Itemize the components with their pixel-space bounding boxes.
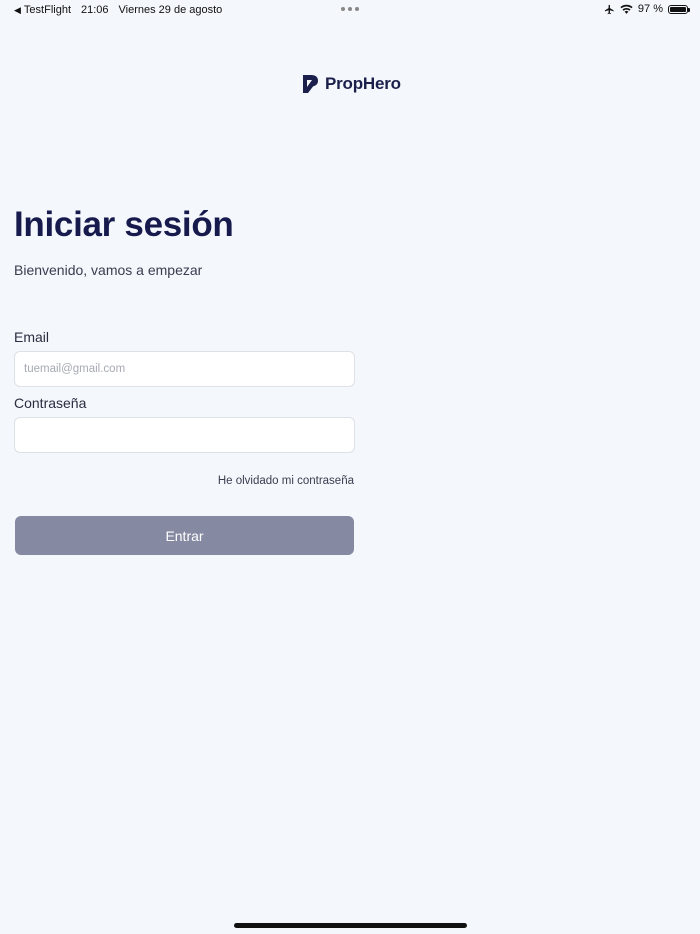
- status-date: Viernes 29 de agosto: [118, 4, 223, 16]
- dot: [341, 7, 345, 11]
- brand-logo: PropHero: [302, 74, 401, 94]
- login-button[interactable]: Entrar: [15, 516, 354, 555]
- password-label: Contraseña: [14, 395, 87, 411]
- status-right: 97 %: [604, 3, 690, 15]
- page-title: Iniciar sesión: [14, 205, 234, 244]
- email-label: Email: [14, 329, 50, 345]
- password-field[interactable]: [14, 417, 355, 453]
- status-left: ◀ TestFlight 21:06 Viernes 29 de agosto: [14, 4, 222, 16]
- battery-icon: [668, 4, 690, 14]
- airplane-icon: [604, 4, 614, 14]
- battery-percentage: 97 %: [637, 3, 663, 15]
- status-time: 21:06: [81, 4, 109, 16]
- wifi-icon: [620, 4, 633, 14]
- brand-name: PropHero: [325, 74, 401, 93]
- dot: [355, 7, 359, 11]
- status-bar: ◀ TestFlight 21:06 Viernes 29 de agosto …: [0, 0, 700, 20]
- back-app-link[interactable]: TestFlight: [24, 4, 71, 16]
- forgot-password-link[interactable]: He olvidado mi contraseña: [218, 475, 354, 487]
- multitasking-dots-icon[interactable]: [341, 7, 359, 11]
- back-arrow-icon[interactable]: ◀: [14, 5, 21, 16]
- dot: [348, 7, 352, 11]
- battery-fill: [670, 6, 686, 12]
- email-field[interactable]: [14, 351, 355, 387]
- home-indicator[interactable]: [234, 923, 467, 928]
- page-subtitle: Bienvenido, vamos a empezar: [14, 262, 203, 278]
- prophero-logo-icon: [303, 75, 318, 93]
